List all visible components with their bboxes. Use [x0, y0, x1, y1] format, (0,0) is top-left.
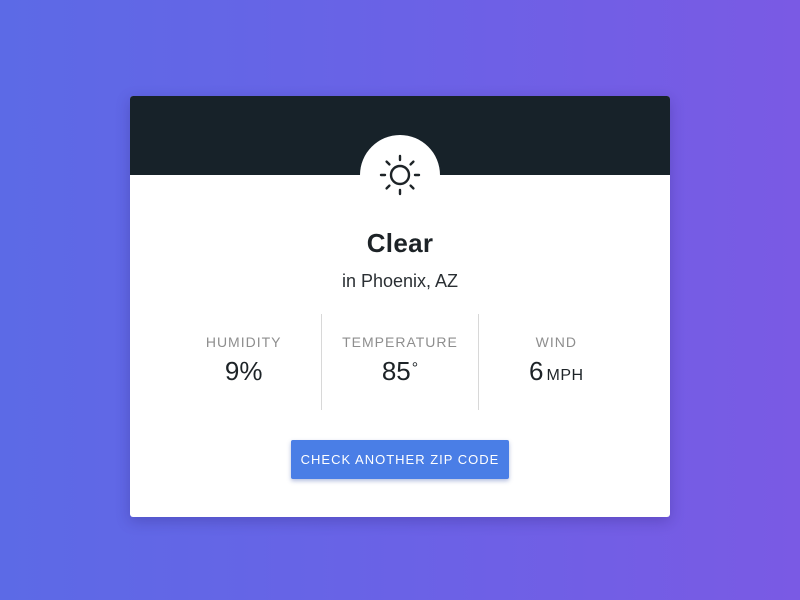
humidity-value: 9%: [224, 356, 263, 386]
weather-condition: Clear: [366, 228, 434, 258]
sun-icon: [379, 154, 421, 196]
stat-value: 85°: [322, 356, 477, 386]
wind-unit: MPH: [546, 367, 584, 384]
stat-label: Humidity: [205, 334, 282, 350]
weather-location: in Phoenix, AZ: [341, 271, 459, 291]
stat-value: 6 MPH: [479, 356, 634, 391]
check-another-zip-button[interactable]: Check another zip code: [291, 440, 509, 479]
stat-label: Wind: [535, 334, 577, 350]
temperature-value: 85: [381, 356, 411, 386]
stat-value: 9%: [166, 356, 321, 386]
stat-wind: Wind 6 MPH: [477, 314, 634, 410]
weather-icon-badge: [360, 135, 440, 215]
degree-symbol: °: [411, 360, 419, 377]
stat-label: Temperature: [342, 334, 458, 350]
weather-stats: Humidity 9% Temperature 85° Wind 6 MPH: [166, 314, 634, 410]
stat-humidity: Humidity 9%: [166, 314, 321, 410]
weather-card: Clear in Phoenix, AZ Humidity 9% Tempera…: [130, 96, 670, 517]
stat-temperature: Temperature 85°: [321, 314, 477, 410]
wind-value: 6: [529, 356, 544, 386]
